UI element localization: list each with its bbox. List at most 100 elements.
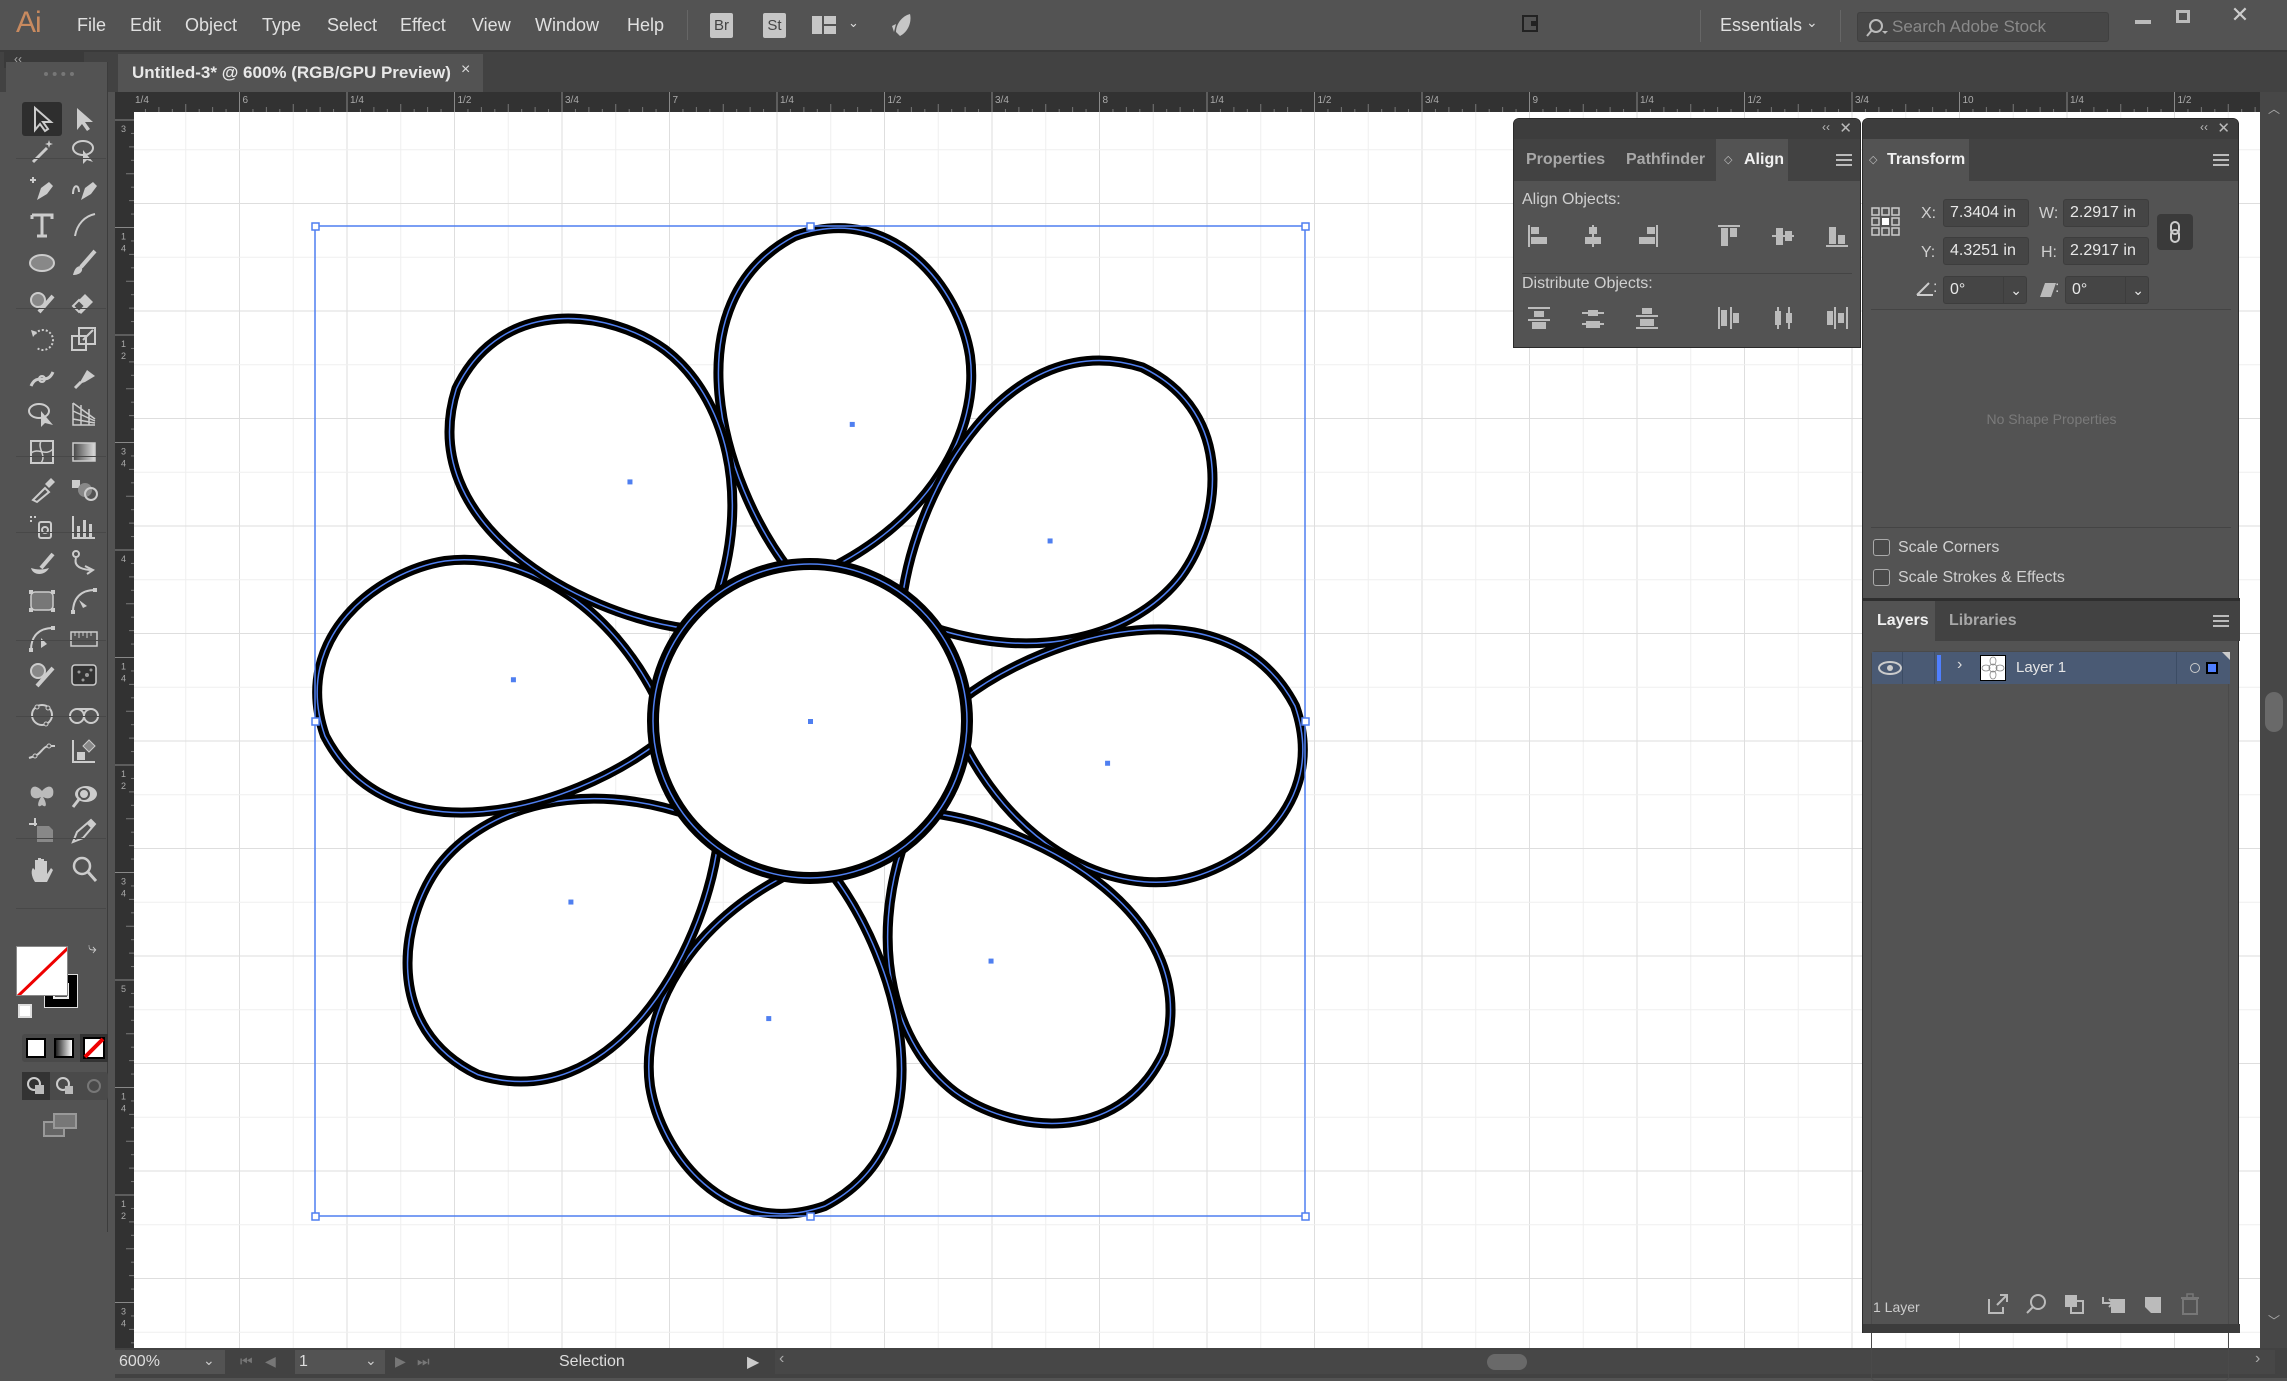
resize-handle[interactable] — [806, 1212, 815, 1221]
scale-tool[interactable] — [64, 322, 104, 356]
blend-tool[interactable] — [64, 472, 104, 506]
circle-path-tool[interactable] — [22, 698, 62, 732]
eraser-tool[interactable] — [64, 284, 104, 318]
anchor-point-tool[interactable] — [64, 546, 104, 580]
collapse-dock-icon[interactable]: ‹‹ — [2200, 120, 2208, 134]
layer-name[interactable]: Layer 1 — [2016, 659, 2066, 676]
brush-shape-tool[interactable] — [22, 658, 62, 692]
magic-wand-tool[interactable] — [22, 134, 62, 168]
arrange-documents-button[interactable] — [812, 14, 837, 36]
puppet-warp-tool[interactable] — [64, 360, 104, 394]
layers-menu-icon[interactable] — [2213, 615, 2229, 627]
smooth-path-tool[interactable] — [22, 734, 62, 768]
locate-object-icon[interactable] — [2025, 1293, 2047, 1315]
align-panel-header[interactable]: ‹‹ ✕ — [1514, 119, 1860, 139]
paintbrush-tool[interactable] — [64, 246, 104, 280]
stock-button[interactable]: St — [763, 13, 786, 38]
stock-search-input[interactable] — [1892, 15, 2102, 39]
menu-view[interactable]: View — [472, 15, 511, 36]
none-mode-button[interactable] — [80, 1034, 108, 1062]
last-artboard-icon[interactable]: ⏭ — [417, 1353, 430, 1370]
vertical-scrollbar[interactable]: ︿ ﹀ — [2260, 92, 2287, 1348]
stock-search-box[interactable] — [1857, 12, 2109, 42]
h-field[interactable]: 2.2917 in — [2063, 237, 2149, 265]
y-field[interactable]: 4.3251 in — [1943, 237, 2029, 265]
inspect-tool[interactable] — [64, 779, 104, 813]
horizontal-distribute-left-button[interactable] — [1716, 305, 1742, 331]
free-transform-tool[interactable] — [22, 397, 62, 431]
close-window-button[interactable]: ✕ — [2215, 2, 2265, 28]
tab-layers[interactable]: Layers — [1863, 601, 1935, 641]
shear-dropdown-icon[interactable]: ⌄ — [2125, 277, 2144, 303]
horizontal-distribute-right-button[interactable] — [1824, 305, 1850, 331]
artboard-chevron-icon[interactable]: ⌄ — [365, 1352, 377, 1369]
tab-transform[interactable]: ◇ Transform — [1863, 139, 1969, 181]
scroll-up-icon[interactable]: ︿ — [2268, 100, 2280, 117]
document-tab[interactable]: Untitled-3* @ 600% (RGB/GPU Preview) × — [118, 54, 483, 92]
zoom-field[interactable]: 600% ⌄ — [115, 1350, 225, 1374]
mesh-tool[interactable] — [22, 435, 62, 469]
close-panel-icon[interactable]: ✕ — [1839, 119, 1852, 137]
constrain-proportions-button[interactable] — [2157, 214, 2193, 250]
type-tool[interactable] — [22, 208, 62, 242]
first-artboard-icon[interactable]: ⏮ — [240, 1353, 253, 1370]
draw-behind-button[interactable] — [51, 1072, 79, 1100]
close-tab-button[interactable]: × — [461, 61, 470, 79]
screen-mode-button[interactable] — [42, 1112, 78, 1140]
menu-file[interactable]: File — [77, 15, 106, 36]
previous-artboard-icon[interactable]: ◀ — [265, 1353, 276, 1370]
vertical-align-center-button[interactable] — [1770, 223, 1796, 249]
lasso-tool[interactable] — [64, 134, 104, 168]
maximize-button[interactable] — [2158, 8, 2208, 34]
visibility-eye-icon[interactable] — [1878, 660, 1902, 676]
bounding-box-tool[interactable] — [22, 584, 62, 618]
tab-pathfinder[interactable]: Pathfinder — [1614, 139, 1717, 181]
selection-tool[interactable] — [22, 102, 62, 136]
w-field[interactable]: 2.2917 in — [2063, 199, 2149, 227]
horizontal-ruler[interactable]: 1/4 6 1/4 1/2 3/4 7 1/4 1/2 3/4 8 1/4 1/2 3/4 9 1/4 1/2… — [115, 92, 2270, 112]
gradient-mode-button[interactable] — [54, 1038, 74, 1058]
symbol-sprayer-tool[interactable] — [22, 510, 62, 544]
knife-tool[interactable] — [64, 814, 104, 848]
perspective-grid-tool[interactable] — [64, 397, 104, 431]
resize-handle[interactable] — [1301, 717, 1310, 726]
vertical-distribute-bottom-button[interactable] — [1634, 305, 1660, 331]
expand-layer-icon[interactable]: › — [1957, 656, 1962, 674]
create-sublayer-icon[interactable] — [2101, 1293, 2127, 1315]
panel-menu-icon[interactable] — [1836, 154, 1852, 166]
vertical-scroll-thumb[interactable] — [2265, 692, 2283, 732]
blob-brush-tool[interactable] — [22, 546, 62, 580]
make-clipping-mask-icon[interactable] — [2063, 1293, 2085, 1315]
butterfly-tool[interactable] — [22, 779, 62, 813]
export-icon[interactable] — [1987, 1293, 2009, 1315]
scroll-left-icon[interactable]: ‹ — [779, 1350, 784, 1368]
ellipse-tool[interactable] — [22, 246, 62, 280]
layer-row[interactable]: › Layer 1 — [1872, 652, 2230, 684]
gpu-performance-button[interactable] — [888, 12, 914, 40]
artboard-tool[interactable] — [22, 814, 62, 848]
resize-handle[interactable] — [1301, 222, 1310, 231]
dock-resize-grip[interactable] — [1863, 1324, 2240, 1333]
default-fill-stroke-icon[interactable] — [18, 1004, 32, 1018]
ruler-tool[interactable] — [64, 622, 104, 656]
horizontal-align-right-button[interactable] — [1634, 223, 1660, 249]
resize-handle[interactable] — [1301, 1212, 1310, 1221]
vertical-ruler[interactable]: 3 1 4 1 2 3 4 4 1 4 1 2 3 4 5 1 4 1 2 3 4 — [115, 92, 134, 1371]
color-mode-button[interactable] — [26, 1038, 46, 1058]
fill-swatch[interactable] — [16, 946, 68, 996]
column-graph-tool[interactable] — [64, 510, 104, 544]
tab-properties[interactable]: Properties — [1514, 139, 1617, 181]
next-artboard-icon[interactable]: ▶ — [395, 1353, 406, 1370]
layer-target-icon[interactable] — [2190, 663, 2200, 673]
resize-handle[interactable] — [806, 222, 815, 231]
shear-field[interactable]: 0° ⌄ — [2065, 276, 2149, 304]
swap-fill-stroke-icon[interactable]: ⤷ — [88, 940, 97, 958]
zoom-chevron-icon[interactable]: ⌄ — [203, 1352, 215, 1369]
menu-edit[interactable]: Edit — [130, 15, 161, 36]
vertical-align-top-button[interactable] — [1716, 223, 1742, 249]
resize-handle[interactable] — [311, 1212, 320, 1221]
close-dock-icon[interactable]: ✕ — [2217, 119, 2230, 137]
horizontal-scroll-thumb[interactable] — [1487, 1354, 1527, 1370]
menu-window[interactable]: Window — [535, 15, 599, 36]
create-new-layer-icon[interactable] — [2141, 1293, 2163, 1315]
